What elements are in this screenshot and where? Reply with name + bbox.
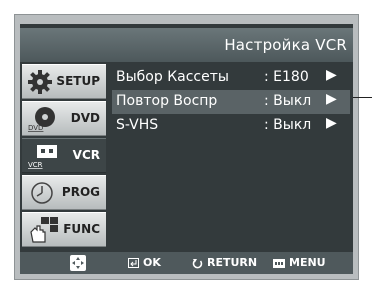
menu-icon [273, 258, 285, 268]
tab-vcr[interactable]: VCR VCR [22, 138, 106, 173]
menu-item-name: S-VHS [116, 117, 159, 133]
tab-prog[interactable]: PROG [22, 175, 106, 210]
menu-item-repeat[interactable]: Повтор Воспр : Выкл ▶ [112, 90, 350, 114]
footer-bar: OK RETURN MENU [20, 252, 353, 274]
tab-label-prog: PROG [61, 185, 100, 199]
menu-item-name: Выбор Кассеты [116, 69, 229, 85]
cassette-icon: VCR [28, 145, 57, 169]
menu-item-svhs[interactable]: S-VHS : Выкл ▶ [112, 114, 350, 138]
tab-label-setup: SETUP [56, 74, 100, 88]
ok-button[interactable]: OK [128, 256, 161, 269]
return-button[interactable]: RETURN [192, 256, 257, 269]
tab-dvd[interactable]: DVD DVD [22, 101, 106, 136]
menu-item-value: : Выкл [264, 117, 312, 133]
tab-label-dvd: DVD [70, 111, 100, 125]
arrow-right-icon: ▶ [326, 91, 337, 107]
arrow-right-icon: ▶ [326, 67, 337, 83]
arrow-right-icon: ▶ [326, 115, 337, 131]
page-title: Настройка VCR [224, 36, 347, 54]
tab-label-vcr: VCR [72, 148, 100, 162]
clock-icon [31, 182, 53, 204]
return-icon [192, 258, 203, 268]
disc-icon: DVD [28, 107, 55, 132]
menu-button[interactable]: MENU [273, 256, 326, 269]
settings-menu: Выбор Кассеты : E180 ▶ Повтор Воспр : Вы… [112, 66, 350, 138]
title-bar: Настройка VCR [20, 28, 353, 62]
osd-screen: Настройка VCR SETUP DVD DVD VCR VCR PROG… [20, 24, 353, 274]
sidebar: SETUP DVD DVD VCR VCR PROG FUNC [22, 64, 106, 248]
menu-item-name: Повтор Воспр [116, 93, 218, 109]
ok-label: OK [143, 256, 161, 269]
enter-icon [128, 258, 139, 268]
return-label: RETURN [207, 256, 258, 269]
tab-label-func: FUNC [63, 222, 100, 236]
tab-setup[interactable]: SETUP [22, 64, 106, 99]
menu-label: MENU [289, 256, 326, 269]
hand-icon [30, 217, 58, 243]
tab-func[interactable]: FUNC [22, 212, 106, 247]
disc-icon-text: DVD [28, 124, 43, 132]
dpad-icon[interactable] [70, 255, 86, 271]
cassette-icon-text: VCR [28, 161, 43, 169]
menu-item-value: : E180 [264, 69, 309, 85]
menu-item-value: : Выкл [264, 93, 312, 109]
menu-item-cassette[interactable]: Выбор Кассеты : E180 ▶ [112, 66, 350, 90]
